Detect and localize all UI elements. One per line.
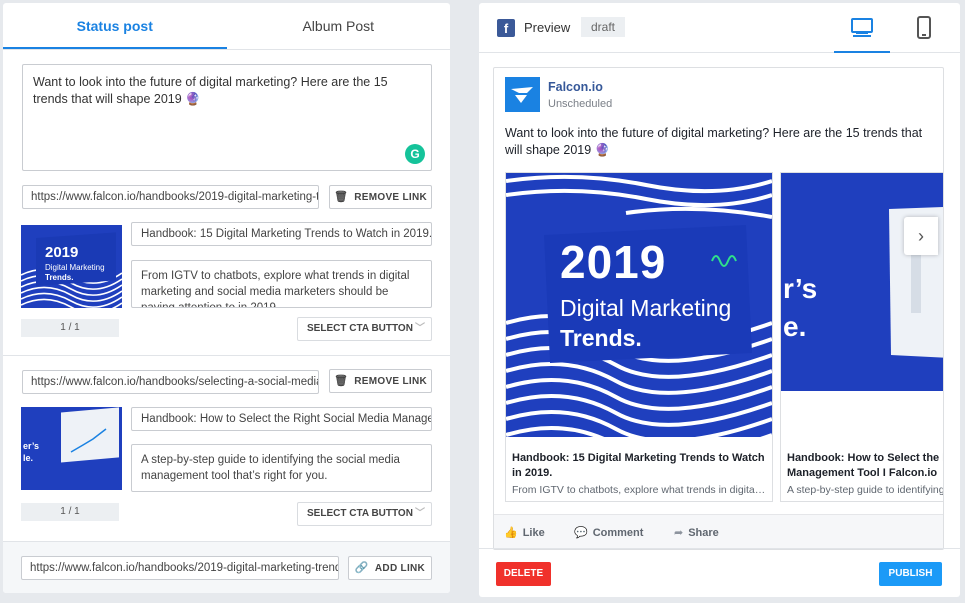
link-url-input[interactable]: https://www.falcon.io/handbooks/selectin… [22, 370, 319, 394]
remove-link-button[interactable]: 🗑 REMOVE LINK [329, 185, 432, 209]
carousel-card-title: Handbook: 15 Digital Marketing Trends to… [512, 452, 765, 479]
schedule-status: Unscheduled [548, 98, 613, 110]
publish-button[interactable]: PUBLISH [879, 562, 942, 586]
comment-button[interactable]: 💬 Comment [574, 526, 643, 539]
falcon-logo-icon [505, 77, 540, 112]
desktop-icon [851, 18, 873, 37]
carousel-card-image: 2019 Digital Marketing Trends. [506, 173, 772, 437]
add-link-button[interactable]: 🔗 ADD LINK [348, 556, 432, 580]
status-text-area[interactable]: Want to look into the future of digital … [22, 64, 432, 171]
card-image-line2: Trends. [560, 325, 642, 351]
link-thumbnail[interactable]: er’s le. [21, 407, 122, 490]
link-thumbnail[interactable]: 2019 Digital Marketing Trends. [21, 225, 122, 308]
remove-link-button[interactable]: 🗑 REMOVE LINK [329, 369, 432, 393]
thumbs-up-icon: 👍 [504, 527, 518, 539]
carousel-card-description: From IGTV to chatbots, explore what tren… [512, 484, 767, 496]
trash-icon: 🗑 [333, 375, 349, 387]
status-badge: draft [581, 17, 626, 37]
trash-icon: 🗑 [333, 191, 349, 203]
cta-label: SELECT CTA BUTTON [307, 508, 413, 519]
link-description-input[interactable]: A step-by-step guide to identifying the … [131, 444, 432, 492]
preview-header: f Preview draft [479, 3, 960, 53]
carousel-card-title: Handbook: How to Select the Right Social… [787, 452, 943, 479]
post-text: Want to look into the future of digital … [505, 126, 923, 157]
remove-link-label: REMOVE LINK [354, 376, 427, 387]
select-cta-button[interactable]: SELECT CTA BUTTON ﹀ [297, 502, 432, 526]
link-icon: 🔗 [354, 562, 369, 574]
tab-status-post[interactable]: Status post [3, 3, 227, 49]
status-text: Want to look into the future of digital … [33, 75, 388, 106]
post-editor-panel: Status post Album Post Want to look into… [3, 3, 450, 593]
thumbnail-pager[interactable]: 1 / 1 [21, 319, 119, 337]
section-divider [3, 355, 450, 356]
comment-label: Comment [592, 527, 644, 539]
preview-footer: DELETE PUBLISH [479, 548, 960, 597]
thumbnail-pager[interactable]: 1 / 1 [21, 503, 119, 521]
preview-title: Preview [524, 20, 571, 35]
post-type-tabs: Status post Album Post [3, 3, 450, 50]
card-image-year: 2019 [560, 236, 667, 288]
carousel-next-button[interactable]: › [904, 217, 938, 255]
delete-button[interactable]: DELETE [496, 562, 551, 586]
tab-album-post[interactable]: Album Post [227, 3, 451, 49]
link-title-input[interactable]: Handbook: 15 Digital Marketing Trends to… [131, 222, 432, 246]
thumb-line2: Trends. [45, 273, 74, 282]
add-link-label: ADD LINK [374, 563, 426, 574]
facebook-icon: f [497, 19, 515, 37]
comment-icon: 💬 [574, 527, 588, 539]
facebook-post-preview: Falcon.io Unscheduled Want to look into … [493, 67, 944, 550]
preview-panel: f Preview draft Falcon.io Unscheduled Wa… [479, 3, 960, 597]
card-image-line2: e. [783, 311, 807, 342]
link-carousel: 2019 Digital Marketing Trends. Handbook:… [505, 172, 944, 502]
thumb-line2: le. [23, 453, 34, 463]
share-button[interactable]: ➦ Share [674, 526, 719, 539]
like-label: Like [522, 527, 545, 539]
cta-label: SELECT CTA BUTTON [307, 323, 413, 334]
chevron-down-icon: ﹀ [415, 508, 425, 519]
chevron-right-icon: › [918, 226, 924, 246]
thumb-line1: Digital Marketing [45, 263, 105, 272]
share-label: Share [688, 527, 719, 539]
link-title-input[interactable]: Handbook: How to Select the Right Social… [131, 407, 432, 431]
page-avatar [505, 77, 540, 112]
share-icon: ➦ [674, 527, 684, 539]
thumb-year: 2019 [45, 244, 79, 261]
card-image-line1: Digital Marketing [560, 295, 732, 321]
link-url-input[interactable]: https://www.falcon.io/handbooks/2019-dig… [22, 185, 319, 209]
carousel-card[interactable]: 2019 Digital Marketing Trends. Handbook:… [505, 172, 773, 502]
page-name[interactable]: Falcon.io [548, 80, 603, 94]
thumb-line1: er’s [23, 441, 40, 451]
card-image-line1: r’s [783, 273, 818, 304]
post-actions-bar: 👍 Like 💬 Comment ➦ Share [494, 514, 943, 549]
carousel-card-image: r’s e. [781, 173, 943, 437]
carousel-card-description: A step-by-step guide to identifying the … [787, 484, 944, 496]
like-button[interactable]: 👍 Like [504, 526, 545, 539]
desktop-view-toggle[interactable] [834, 13, 890, 53]
add-link-bar: https://www.falcon.io/handbooks/2019-dig… [3, 541, 450, 593]
mobile-view-toggle[interactable] [897, 13, 953, 53]
mobile-icon [917, 16, 931, 39]
remove-link-label: REMOVE LINK [354, 192, 427, 203]
chevron-down-icon: ﹀ [415, 323, 425, 334]
grammarly-icon[interactable]: G [405, 144, 425, 164]
link-description-input[interactable]: From IGTV to chatbots, explore what tren… [131, 260, 432, 308]
select-cta-button[interactable]: SELECT CTA BUTTON ﹀ [297, 317, 432, 341]
add-link-url-input[interactable]: https://www.falcon.io/handbooks/2019-dig… [21, 556, 339, 580]
